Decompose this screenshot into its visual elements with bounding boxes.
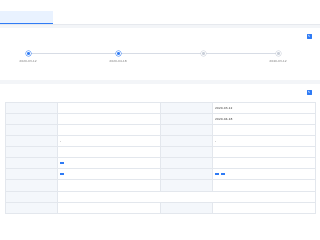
field-key	[160, 113, 213, 125]
field-key	[5, 135, 58, 147]
field-key	[5, 113, 58, 125]
top-bar	[0, 0, 320, 11]
field-value	[57, 146, 161, 158]
step-dot	[200, 50, 206, 56]
table-row	[5, 179, 316, 192]
field-key	[5, 157, 58, 169]
table-row	[5, 124, 316, 136]
detail-card: ✎ 2020-03-12 2020-04-18 - -	[0, 84, 320, 240]
field-key	[5, 191, 58, 203]
status-tag	[60, 162, 64, 164]
field-value	[212, 202, 316, 214]
status-tag	[60, 173, 64, 175]
field-value: -	[57, 135, 161, 147]
progress-action-button[interactable]: ✎	[306, 33, 314, 39]
field-key	[5, 102, 58, 114]
link-value[interactable]	[57, 179, 161, 192]
table-row: 2020-03-12	[5, 102, 316, 114]
detail-action-button[interactable]: ✎	[306, 89, 314, 95]
tab-2[interactable]	[107, 11, 160, 24]
step-dot	[115, 50, 121, 56]
table-row	[5, 146, 316, 158]
field-key	[5, 146, 58, 158]
field-value	[212, 157, 316, 169]
field-value: 2020-03-12	[212, 102, 316, 114]
field-value: 2020-04-18	[212, 113, 316, 125]
field-value	[57, 191, 316, 203]
field-value	[57, 124, 161, 136]
field-key	[160, 202, 213, 214]
field-key	[5, 202, 58, 214]
field-key	[160, 124, 213, 136]
edit-icon: ✎	[306, 33, 312, 39]
tab-1[interactable]	[53, 11, 106, 24]
field-key	[5, 179, 58, 192]
field-value	[57, 113, 161, 125]
step-2: 2020-04-18	[98, 50, 138, 64]
step-dot	[25, 50, 31, 56]
field-value	[57, 102, 161, 114]
field-value	[212, 179, 316, 192]
header-title	[6, 3, 17, 7]
field-value: -	[212, 135, 316, 147]
field-key	[160, 179, 213, 192]
field-key	[160, 135, 213, 147]
tab-4[interactable]	[213, 11, 266, 24]
field-key	[5, 168, 58, 180]
table-row: - -	[5, 135, 316, 147]
field-value	[212, 146, 316, 158]
category-tag	[215, 173, 219, 175]
step-dot	[275, 50, 281, 56]
tab-3[interactable]	[160, 11, 213, 24]
field-value	[57, 168, 161, 180]
field-value	[212, 168, 316, 180]
field-value	[212, 124, 316, 136]
field-key	[160, 102, 213, 114]
category-tag	[220, 173, 225, 175]
table-row	[5, 202, 316, 214]
tab-bar	[0, 11, 320, 25]
step-date: 2020-03-12	[19, 58, 37, 63]
table-row	[5, 168, 316, 180]
field-value	[57, 157, 161, 169]
step-track	[28, 53, 278, 54]
field-key	[5, 124, 58, 136]
detail-table: 2020-03-12 2020-04-18 - -	[5, 102, 316, 214]
table-row	[5, 191, 316, 203]
table-row: 2020-04-18	[5, 113, 316, 125]
edit-icon: ✎	[306, 89, 312, 95]
field-key	[160, 157, 213, 169]
tab-0[interactable]	[0, 11, 54, 24]
tab-5[interactable]	[267, 11, 320, 24]
field-key	[160, 168, 213, 180]
step-3	[183, 50, 223, 60]
progress-card: ✎ 2020-03-12 2020-04-18 2040-03-12	[0, 28, 320, 80]
link-value[interactable]	[57, 202, 161, 214]
field-key	[160, 146, 213, 158]
step-date: 2020-04-18	[109, 58, 127, 63]
step-1: 2020-03-12	[8, 50, 48, 64]
step-date: 2040-03-12	[269, 58, 287, 63]
table-row	[5, 157, 316, 169]
step-4: 2040-03-12	[258, 50, 298, 64]
